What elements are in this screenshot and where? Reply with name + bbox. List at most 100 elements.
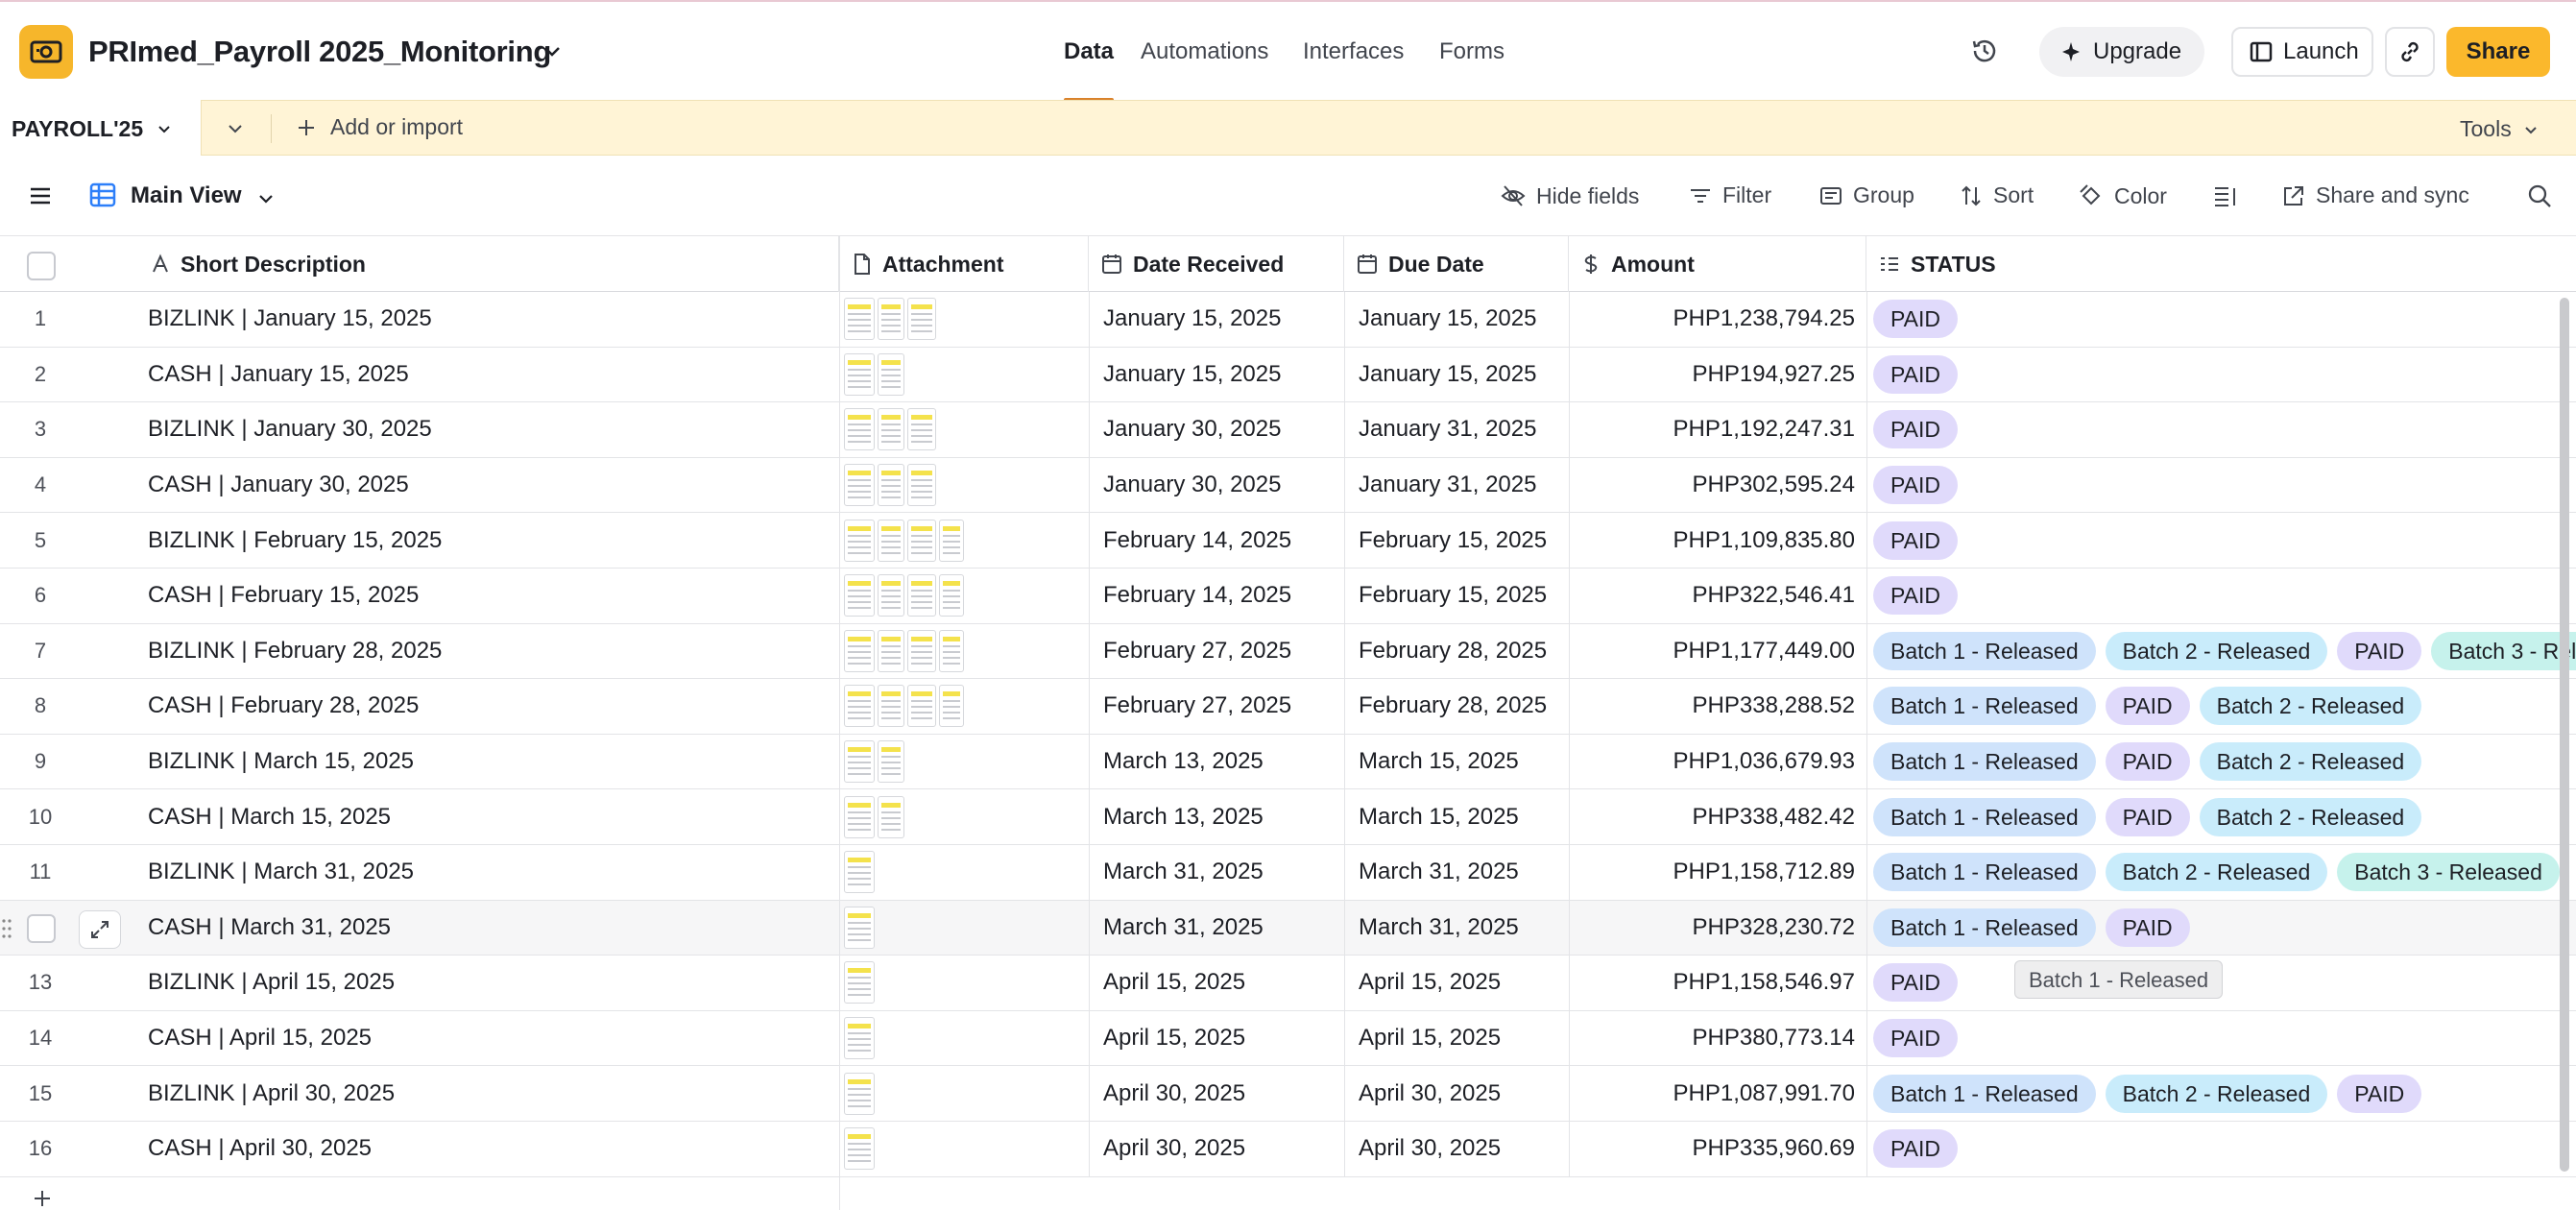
- cell-amount[interactable]: PHP1,158,546.97: [1569, 956, 1866, 1010]
- cell-status[interactable]: PAID: [1866, 569, 2576, 623]
- chevron-down-icon[interactable]: [253, 186, 278, 211]
- cell-due-date[interactable]: February 28, 2025: [1344, 623, 1569, 679]
- cell-attachment[interactable]: [839, 1122, 1089, 1176]
- cell-status[interactable]: PAID: [1866, 513, 2576, 568]
- cell-short-description[interactable]: BIZLINK | March 31, 2025: [138, 845, 839, 900]
- cell-attachment[interactable]: [839, 402, 1089, 457]
- cell-status[interactable]: Batch 1 - Released PAID Batch 2 - Released: [1866, 789, 2576, 844]
- attachment-thumbnail[interactable]: [907, 519, 936, 562]
- cell-short-description[interactable]: BIZLINK | February 28, 2025: [138, 624, 839, 679]
- add-row-icon[interactable]: [29, 1185, 56, 1210]
- cell-attachment[interactable]: [839, 1066, 1089, 1121]
- tables-menu-chevron-icon[interactable]: [223, 116, 248, 141]
- app-title[interactable]: PRImed_Payroll 2025_Monitoring: [88, 35, 551, 69]
- cell-due-date[interactable]: February 15, 2025: [1344, 569, 1569, 623]
- chevron-down-icon[interactable]: [540, 38, 565, 63]
- cell-amount[interactable]: PHP1,087,991.70: [1569, 1066, 1866, 1121]
- cell-status[interactable]: PAID: [1866, 347, 2576, 402]
- cell-attachment[interactable]: [839, 679, 1089, 734]
- attachment-thumbnail[interactable]: [907, 408, 936, 451]
- attachment-thumbnail[interactable]: [878, 629, 904, 672]
- cell-status[interactable]: PAID: [1866, 457, 2576, 513]
- attachment-thumbnail[interactable]: [844, 298, 875, 341]
- cell-attachment[interactable]: [839, 623, 1089, 679]
- cell-date-received[interactable]: April 30, 2025: [1089, 1066, 1344, 1121]
- cell-short-description[interactable]: CASH | February 15, 2025: [138, 569, 839, 623]
- share-and-sync-button[interactable]: Share and sync: [2281, 182, 2469, 208]
- history-icon[interactable]: [1970, 36, 1999, 65]
- tab-automations[interactable]: Automations: [1141, 38, 1268, 65]
- attachment-thumbnail[interactable]: [878, 464, 904, 507]
- select-all-checkbox[interactable]: [27, 252, 56, 280]
- cell-amount[interactable]: PHP194,927.25: [1569, 347, 1866, 402]
- attachment-thumbnail[interactable]: [844, 408, 875, 451]
- cell-short-description[interactable]: BIZLINK | April 15, 2025: [138, 956, 839, 1010]
- cell-due-date[interactable]: March 15, 2025: [1344, 789, 1569, 844]
- tab-interfaces[interactable]: Interfaces: [1303, 38, 1404, 65]
- table-row[interactable]: 3 BIZLINK | January 30, 2025 January 30, 2…: [0, 402, 2576, 458]
- group-button[interactable]: Group: [1818, 182, 1914, 208]
- attachment-thumbnail[interactable]: [844, 574, 875, 617]
- cell-date-received[interactable]: February 27, 2025: [1089, 623, 1344, 679]
- table-row[interactable]: 11 BIZLINK | March 31, 2025 March 31, 2025…: [0, 845, 2576, 901]
- table-row[interactable]: 15 BIZLINK | April 30, 2025 April 30, 2025…: [0, 1066, 2576, 1122]
- table-tab-payroll[interactable]: PAYROLL'25: [0, 100, 202, 157]
- row-checkbox[interactable]: [27, 913, 56, 943]
- cell-amount[interactable]: PHP380,773.14: [1569, 1010, 1866, 1066]
- search-icon[interactable]: [2525, 182, 2554, 210]
- table-row[interactable]: 4 CASH | January 30, 2025 January 30, 2025…: [0, 457, 2576, 514]
- cell-amount[interactable]: PHP335,960.69: [1569, 1122, 1866, 1176]
- attachment-thumbnail[interactable]: [844, 1072, 875, 1115]
- cell-status[interactable]: Batch 1 - Released PAID Batch 2 - Released: [1866, 679, 2576, 734]
- cell-status[interactable]: Batch 1 - Released PAID Batch 2 - Released: [1866, 734, 2576, 789]
- cell-status[interactable]: PAID: [1866, 1010, 2576, 1066]
- cell-date-received[interactable]: April 15, 2025: [1089, 1010, 1344, 1066]
- cell-due-date[interactable]: January 15, 2025: [1344, 292, 1569, 347]
- cell-short-description[interactable]: BIZLINK | February 15, 2025: [138, 513, 839, 568]
- cell-attachment[interactable]: [839, 956, 1089, 1010]
- attachment-thumbnail[interactable]: [878, 298, 904, 341]
- cell-amount[interactable]: PHP1,036,679.93: [1569, 734, 1866, 789]
- cell-amount[interactable]: PHP328,230.72: [1569, 900, 1866, 956]
- share-button[interactable]: Share: [2446, 27, 2550, 77]
- attachment-thumbnail[interactable]: [844, 1127, 875, 1171]
- cell-date-received[interactable]: March 31, 2025: [1089, 900, 1344, 956]
- cell-short-description[interactable]: CASH | March 15, 2025: [138, 789, 839, 844]
- cell-attachment[interactable]: [839, 347, 1089, 402]
- cell-attachment[interactable]: [839, 513, 1089, 568]
- cell-due-date[interactable]: January 15, 2025: [1344, 347, 1569, 402]
- attachment-thumbnail[interactable]: [939, 685, 964, 728]
- attachment-thumbnail[interactable]: [844, 352, 875, 396]
- cell-attachment[interactable]: [839, 292, 1089, 347]
- cell-amount[interactable]: PHP302,595.24: [1569, 457, 1866, 513]
- table-row[interactable]: 2 CASH | January 15, 2025 January 15, 2025…: [0, 347, 2576, 403]
- attachment-thumbnail[interactable]: [907, 629, 936, 672]
- table-row[interactable]: 1 BIZLINK | January 15, 2025 January 15, 2…: [0, 292, 2576, 348]
- cell-date-received[interactable]: March 13, 2025: [1089, 734, 1344, 789]
- table-row[interactable]: CASH | March 31, 2025 March 31, 2025 March…: [0, 900, 2576, 956]
- column-header-attachment[interactable]: Attachment: [839, 236, 1089, 292]
- launch-button[interactable]: Launch: [2231, 27, 2373, 77]
- cell-status[interactable]: Batch 1 - Released PAID: [1866, 900, 2576, 956]
- cell-amount[interactable]: PHP1,238,794.25: [1569, 292, 1866, 347]
- cell-short-description[interactable]: CASH | April 30, 2025: [138, 1122, 839, 1176]
- attachment-thumbnail[interactable]: [878, 574, 904, 617]
- cell-date-received[interactable]: January 30, 2025: [1089, 402, 1344, 457]
- cell-date-received[interactable]: February 27, 2025: [1089, 679, 1344, 734]
- row-height-button[interactable]: [2212, 182, 2249, 209]
- cell-date-received[interactable]: March 31, 2025: [1089, 845, 1344, 900]
- cell-date-received[interactable]: February 14, 2025: [1089, 513, 1344, 568]
- attachment-thumbnail[interactable]: [844, 519, 875, 562]
- table-row[interactable]: 8 CASH | February 28, 2025 February 27, 20…: [0, 679, 2576, 735]
- cell-attachment[interactable]: [839, 789, 1089, 844]
- cell-date-received[interactable]: March 13, 2025: [1089, 789, 1344, 844]
- upgrade-button[interactable]: Upgrade: [2039, 27, 2204, 77]
- cell-date-received[interactable]: January 15, 2025: [1089, 347, 1344, 402]
- copy-link-button[interactable]: [2385, 27, 2435, 77]
- cell-short-description[interactable]: BIZLINK | March 15, 2025: [138, 735, 839, 789]
- cell-due-date[interactable]: January 31, 2025: [1344, 457, 1569, 513]
- cell-status[interactable]: PAID: [1866, 402, 2576, 457]
- cell-attachment[interactable]: [839, 1010, 1089, 1066]
- cell-due-date[interactable]: January 31, 2025: [1344, 402, 1569, 457]
- column-header-due-date[interactable]: Due Date: [1344, 236, 1569, 292]
